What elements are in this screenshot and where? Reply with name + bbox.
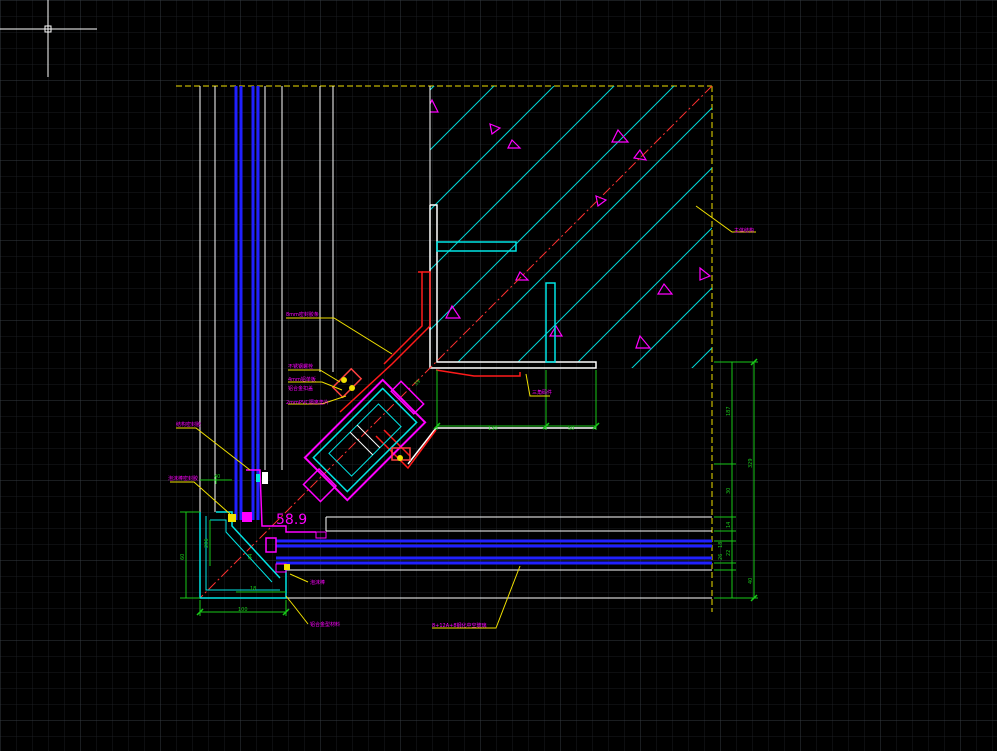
dim-v26: 26 [718, 554, 724, 560]
dim-v14: 14 [726, 522, 732, 528]
dim-100: 100 [238, 607, 248, 613]
dim-v18: 18 [718, 542, 724, 548]
label-foam: 泡沫棒 [310, 579, 325, 586]
label-pvc-pad: 2mmPVC隔离垫片 [286, 399, 329, 406]
dim-60: 60 [180, 554, 186, 560]
label-plate-b: 铝合金扣盖 [288, 385, 313, 392]
dim-v329: 329 [748, 458, 754, 468]
label-bolt: 不锈钢螺栓 [288, 363, 313, 370]
dim-v22: 22 [726, 550, 732, 556]
dim-v44: 44 [248, 554, 254, 560]
label-wall: 主体结构 [734, 227, 754, 234]
dim-50: 50 [568, 426, 574, 432]
dim-v30: 30 [726, 488, 732, 494]
dim-v206: 206 [204, 538, 210, 548]
label-left-2: 泡沫棒密封胶 [168, 475, 198, 482]
dim-40: 40 [214, 474, 220, 480]
cad-drawing-canvas[interactable]: 58.9 130 50 40 18 100 60 187 329 30 14 1… [0, 0, 997, 751]
dim-v40: 40 [748, 578, 754, 584]
angle-label: 58.9 [276, 512, 307, 528]
dim-v187: 187 [726, 406, 732, 416]
label-bracket: 三角码件 [532, 389, 552, 396]
label-left-1: 结构密封胶 [176, 421, 201, 428]
label-seal-strip: 8mm密封胶条 [286, 311, 319, 318]
label-bottom-center: 8+12A+8钢化中空玻璃 [432, 622, 487, 629]
dim-18: 18 [250, 586, 256, 592]
label-plate-a: 4mm铝单板 [288, 376, 316, 383]
label-bottom-left: 铝合金型材料 [310, 621, 340, 628]
dim-130: 130 [488, 426, 498, 432]
